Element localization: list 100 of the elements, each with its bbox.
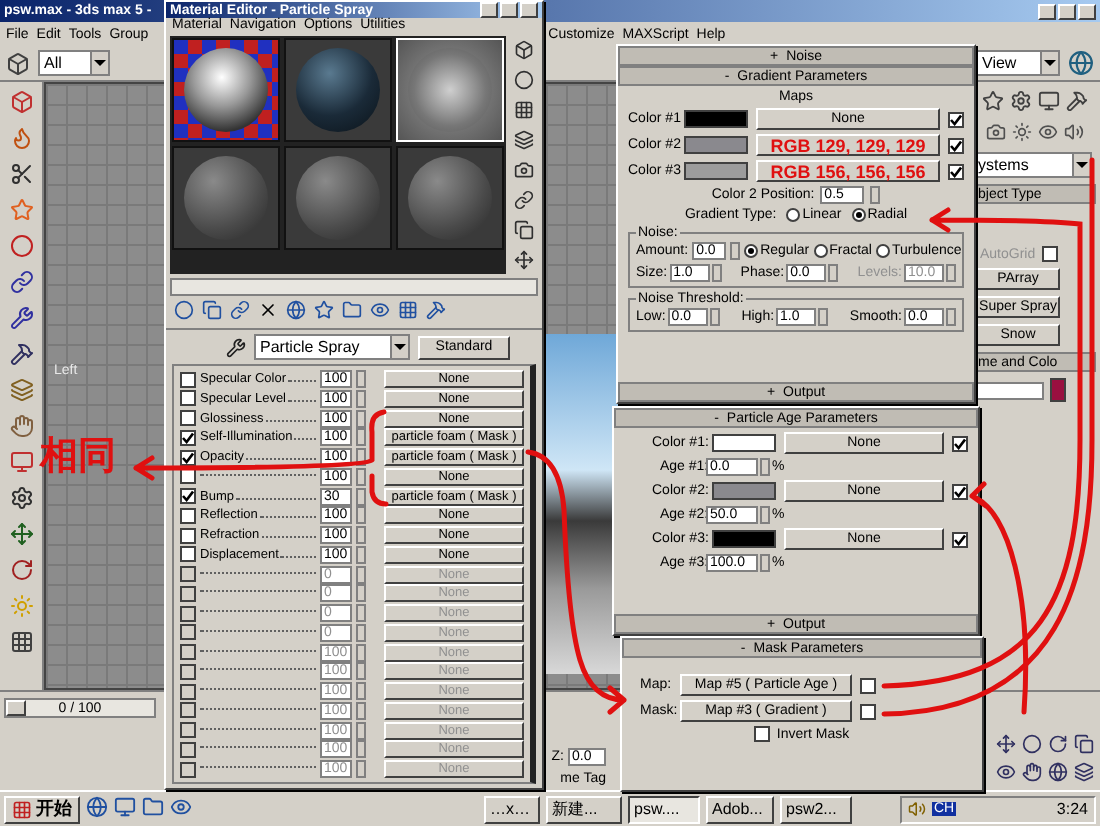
checkbox[interactable]	[860, 677, 876, 693]
rotate-icon[interactable]	[9, 558, 33, 582]
gear-icon[interactable]	[1009, 90, 1031, 112]
maximize-button[interactable]	[500, 2, 518, 18]
checkbox[interactable]	[948, 111, 964, 127]
checkbox[interactable]	[952, 531, 968, 547]
slider-thumb[interactable]	[6, 700, 26, 716]
checkbox[interactable]	[180, 527, 196, 543]
gear-icon[interactable]	[9, 486, 33, 510]
link-icon[interactable]	[230, 300, 250, 320]
monitor-icon[interactable]	[114, 796, 136, 818]
taskbar-button[interactable]: Adob...	[706, 795, 774, 823]
sphere-icon[interactable]	[1022, 734, 1042, 754]
globe-icon[interactable]	[286, 300, 306, 320]
close-icon[interactable]	[258, 300, 278, 320]
flame-icon[interactable]	[9, 126, 33, 150]
taskbar-button[interactable]: psw....	[628, 795, 700, 823]
sample-slot[interactable]	[172, 38, 280, 142]
spinner-arrows[interactable]	[818, 308, 829, 326]
color-swatch[interactable]	[712, 530, 776, 548]
spinner-arrows[interactable]	[870, 186, 881, 204]
link-icon[interactable]	[9, 270, 33, 294]
start-button[interactable]: 开始	[4, 795, 80, 823]
taskbar-button[interactable]: …x…	[484, 795, 540, 823]
color-swatch[interactable]	[684, 110, 748, 128]
checkbox[interactable]	[180, 507, 196, 524]
sphere-icon[interactable]	[9, 234, 33, 258]
checkbox[interactable]	[180, 488, 196, 504]
layers-icon[interactable]	[514, 130, 534, 150]
camera-icon[interactable]	[514, 160, 534, 180]
folder-icon[interactable]	[342, 300, 362, 320]
checkbox[interactable]	[180, 722, 196, 738]
checkbox[interactable]	[180, 663, 196, 680]
scissors-icon[interactable]	[9, 162, 33, 186]
hammer-icon[interactable]	[426, 300, 446, 320]
hand-icon[interactable]	[1022, 762, 1042, 782]
camera-icon[interactable]	[985, 122, 1005, 142]
star-icon[interactable]	[981, 90, 1003, 112]
color-swatch[interactable]	[712, 434, 776, 452]
cube-icon[interactable]	[9, 90, 33, 114]
name-field[interactable]	[972, 381, 1044, 399]
eye-icon[interactable]	[370, 300, 390, 320]
star-icon[interactable]	[314, 300, 334, 320]
checkbox[interactable]	[180, 741, 196, 758]
checkbox[interactable]	[180, 702, 196, 719]
copy-icon[interactable]	[514, 220, 534, 240]
eye-icon[interactable]	[1037, 122, 1057, 142]
globe-icon[interactable]	[1048, 762, 1068, 782]
checkbox[interactable]	[180, 449, 196, 465]
checkbox[interactable]	[948, 137, 964, 153]
eye-icon[interactable]	[170, 796, 192, 818]
speaker-icon[interactable]	[908, 800, 926, 818]
checkbox[interactable]	[860, 703, 876, 719]
checkbox[interactable]	[180, 371, 196, 387]
layers-icon[interactable]	[9, 378, 33, 402]
checkbox[interactable]	[180, 644, 196, 660]
selection-filter-dropdown[interactable]: All	[38, 50, 110, 76]
sphere-icon[interactable]	[514, 70, 534, 90]
checkbox[interactable]	[952, 483, 968, 499]
minimize-button[interactable]	[480, 2, 498, 18]
color-swatch[interactable]	[684, 162, 748, 180]
copy-icon[interactable]	[1074, 734, 1094, 754]
checkbox[interactable]	[180, 390, 196, 407]
sphere-icon[interactable]	[174, 300, 194, 320]
checkbox[interactable]	[180, 410, 196, 426]
checkbox[interactable]	[180, 624, 196, 641]
material-name-dropdown[interactable]: Particle Spray	[254, 334, 410, 360]
move-icon[interactable]	[514, 250, 534, 270]
spinner-arrows[interactable]	[760, 458, 770, 476]
checkbox[interactable]	[180, 605, 196, 621]
cube-icon[interactable]	[514, 40, 534, 60]
sun-icon[interactable]	[1011, 122, 1031, 142]
view-dropdown[interactable]: View	[976, 50, 1060, 76]
copy-icon[interactable]	[202, 300, 222, 320]
rotate-icon[interactable]	[1048, 734, 1068, 754]
checkbox[interactable]	[180, 585, 196, 602]
taskbar-button[interactable]: psw2...	[780, 795, 852, 823]
color-swatch[interactable]	[712, 482, 776, 500]
maximize-button[interactable]	[1058, 3, 1076, 19]
minimize-button[interactable]	[1038, 3, 1056, 19]
spinner-arrows[interactable]	[946, 308, 956, 326]
layers-icon[interactable]	[1074, 762, 1094, 782]
spinner-arrows[interactable]	[945, 264, 956, 282]
monitor-icon[interactable]	[9, 450, 33, 474]
monitor-icon[interactable]	[1037, 90, 1059, 112]
checkbox[interactable]	[180, 683, 196, 699]
checkbox[interactable]	[180, 429, 196, 446]
hand-icon[interactable]	[9, 414, 33, 438]
hammer-icon[interactable]	[1065, 90, 1087, 112]
move-icon[interactable]	[996, 734, 1016, 754]
checkbox[interactable]	[948, 163, 964, 179]
checkbox[interactable]	[180, 761, 196, 777]
star-icon[interactable]	[9, 198, 33, 222]
spinner-arrows[interactable]	[760, 506, 770, 524]
checkbox[interactable]	[180, 566, 196, 582]
hammer-icon[interactable]	[9, 342, 33, 366]
spinner-arrows[interactable]	[828, 264, 839, 282]
checkbox[interactable]	[754, 726, 771, 742]
move-icon[interactable]	[9, 522, 33, 546]
globe-icon[interactable]	[86, 796, 108, 818]
